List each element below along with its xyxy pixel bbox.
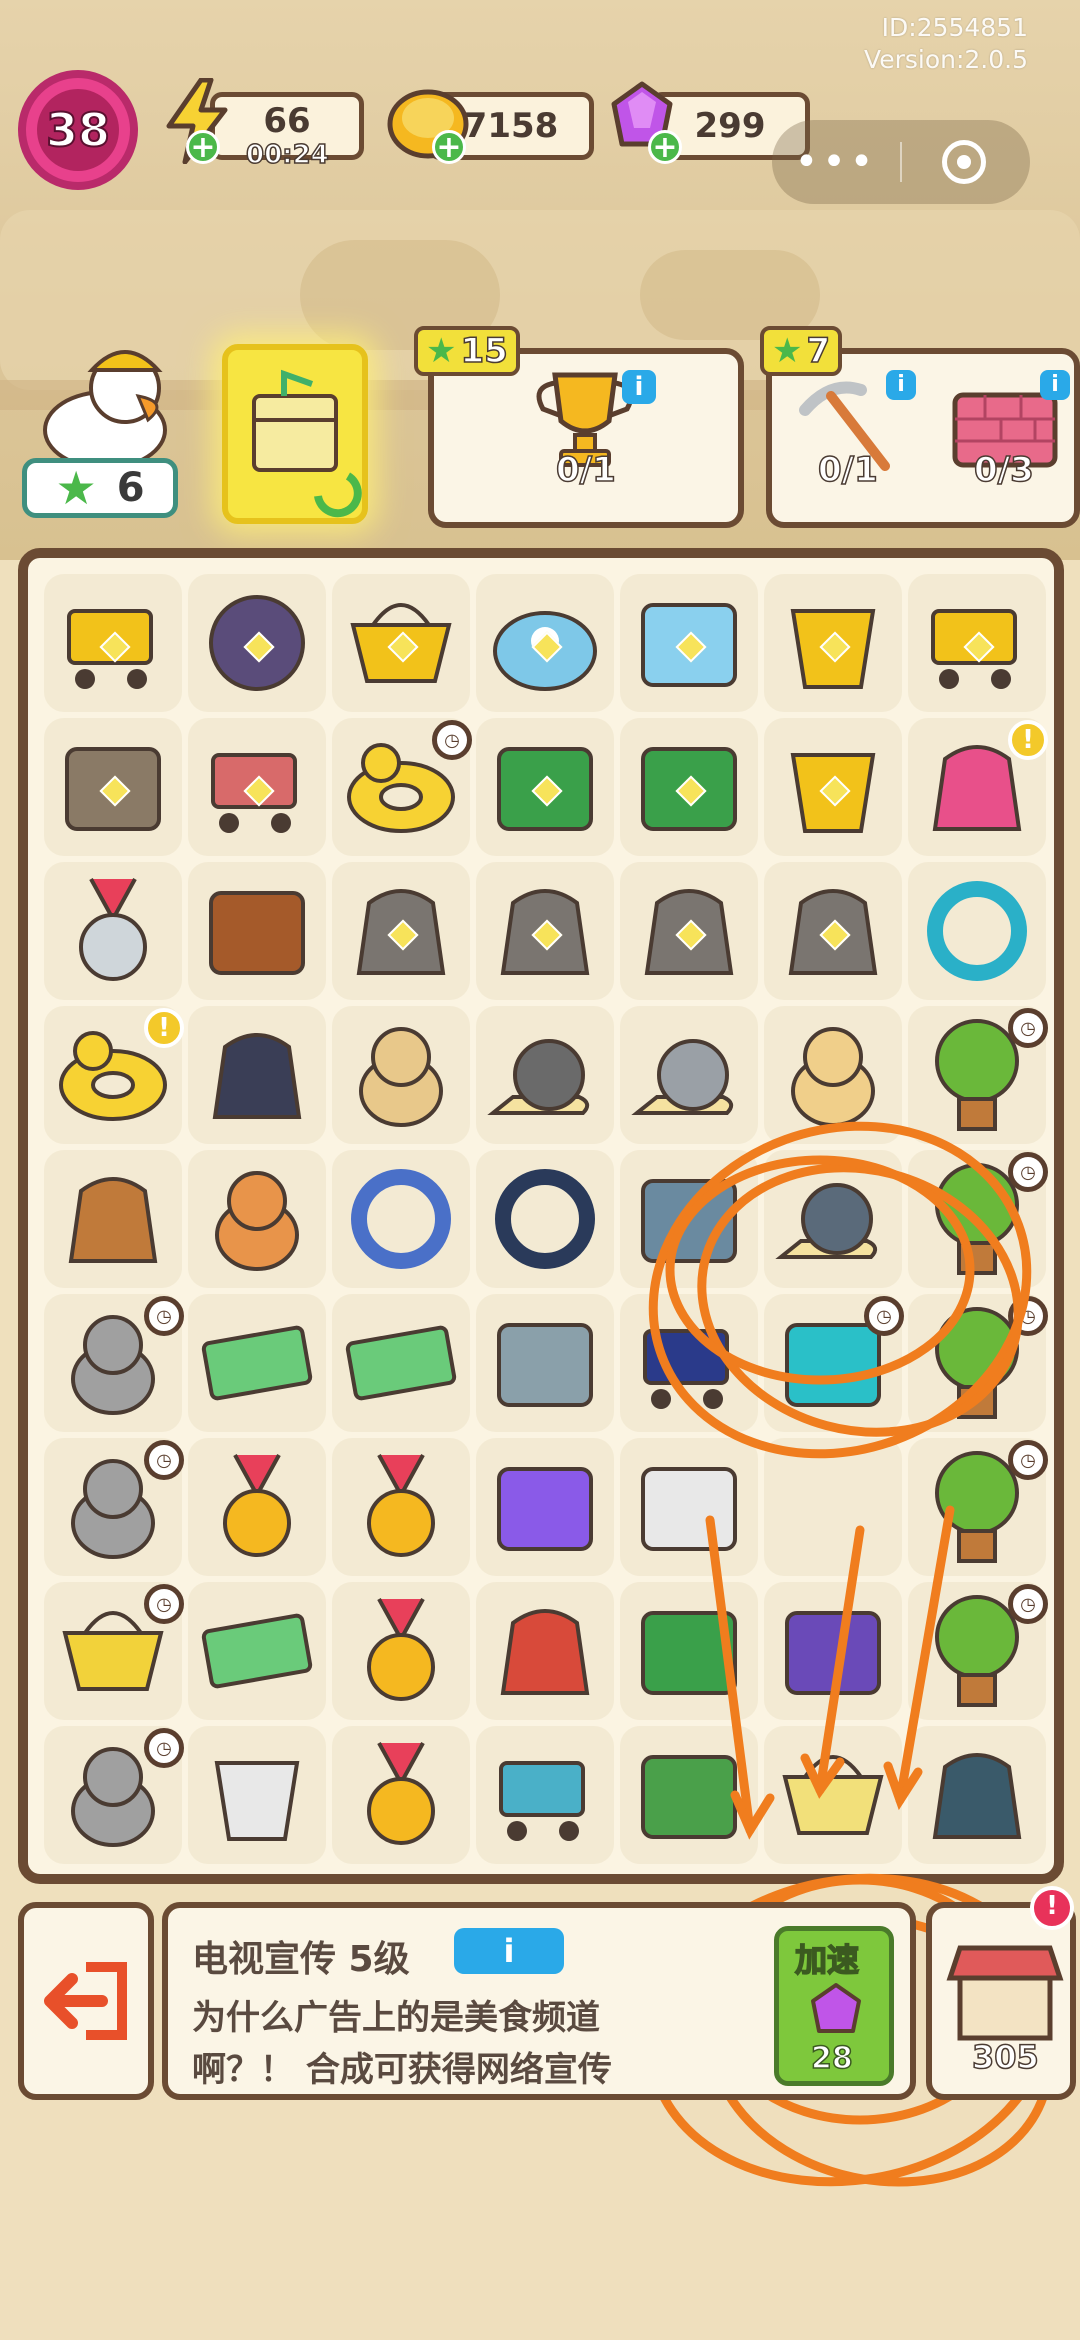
speed-up-button[interactable]: 加速 28 [774, 1926, 894, 2086]
shop-icon [946, 1945, 1064, 2041]
shop-partial-label: 305 [971, 2037, 1039, 2077]
speed-up-cost: 28 [810, 2040, 853, 2077]
shop-alert-badge: ! [1030, 1886, 1074, 1930]
exit-button[interactable] [18, 1902, 154, 2100]
speed-up-label: 加速 [794, 1940, 860, 1980]
gem-icon [811, 1983, 861, 2033]
exit-icon [44, 1962, 127, 2040]
item-info-button[interactable]: i [454, 1928, 564, 1974]
item-description: 为什么广告上的是美食频道啊？！ 合成可获得网络宣传 [192, 1998, 612, 2090]
shop-button[interactable]: 305 [926, 1902, 1076, 2100]
item-title: 电视宣传 5级 [192, 1939, 410, 1980]
